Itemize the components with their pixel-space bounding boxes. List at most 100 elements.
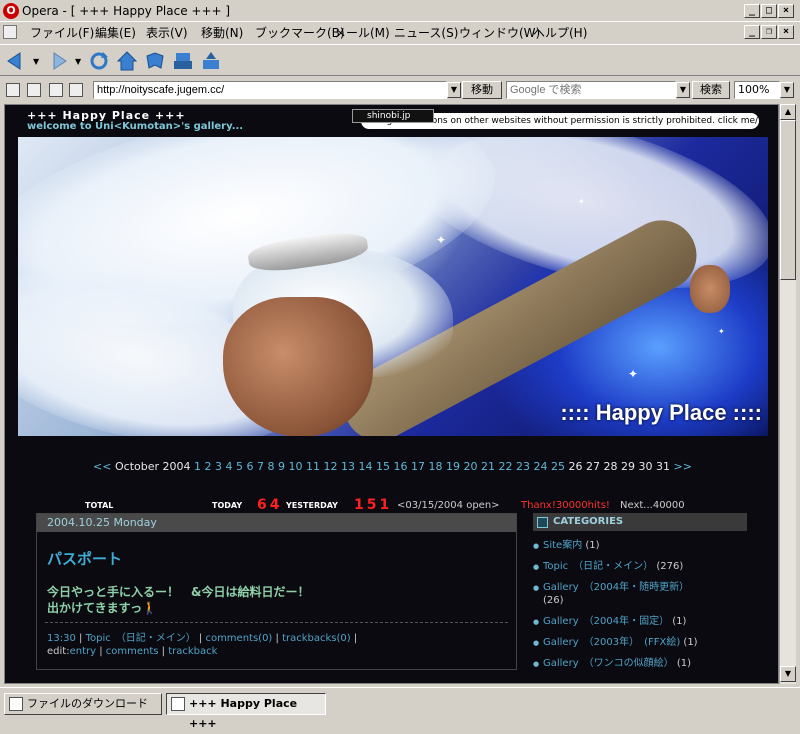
category-count: (1) xyxy=(585,540,600,551)
entry-date: 2004.10.25 Monday xyxy=(37,514,516,532)
open-date: <03/15/2004 open> xyxy=(397,500,500,511)
go-button[interactable]: 移動 xyxy=(462,81,502,99)
edit-trackback-link[interactable]: trackback xyxy=(168,646,217,657)
category-link[interactable]: Gallery （2004年・随時更新） xyxy=(543,582,689,593)
category-link[interactable]: Gallery （2003年） (FFX絵) xyxy=(543,637,680,648)
entry-time-link[interactable]: 13:30 xyxy=(47,633,76,644)
calendar-prev-link[interactable]: << xyxy=(93,460,111,473)
menu-file[interactable]: ファイル(F) xyxy=(30,24,94,41)
search-dropdown-icon[interactable]: ▼ xyxy=(676,82,690,98)
calendar-day: 29 xyxy=(621,460,635,473)
category-link[interactable]: Site案内 xyxy=(543,540,582,551)
calendar-day-link[interactable]: 25 xyxy=(551,460,565,473)
settings-icon[interactable] xyxy=(69,83,83,97)
shinobi-badge[interactable]: shinobi.jp xyxy=(352,109,434,123)
print-icon[interactable] xyxy=(172,50,194,72)
calendar-day-link[interactable]: 7 xyxy=(257,460,264,473)
entry-title[interactable]: パスポート xyxy=(47,548,122,569)
reload-icon[interactable] xyxy=(88,50,110,72)
security-icon[interactable] xyxy=(6,83,20,97)
forward-icon[interactable] xyxy=(46,50,68,72)
entry-footer: 13:30 | Topic （日記・メイン） | comments(0) | t… xyxy=(47,632,357,658)
menu-navigate[interactable]: 移動(N) xyxy=(201,24,243,41)
calendar-day-link[interactable]: 13 xyxy=(341,460,355,473)
category-list: Site案内 (1) Topic （日記・メイン） (276) Gallery … xyxy=(533,539,747,671)
doc-minimize-button[interactable]: _ xyxy=(744,25,760,39)
vertical-scrollbar[interactable]: ▲ ▼ xyxy=(779,104,796,684)
calendar-day-link[interactable]: 5 xyxy=(236,460,243,473)
calendar-day-link[interactable]: 19 xyxy=(446,460,460,473)
menu-window[interactable]: ウィンドウ(W) xyxy=(459,24,540,41)
url-dropdown-icon[interactable]: ▼ xyxy=(447,82,461,98)
calendar-day-link[interactable]: 2 xyxy=(205,460,212,473)
close-button[interactable]: × xyxy=(778,4,794,18)
entry-comments-link[interactable]: comments(0) xyxy=(205,633,272,644)
calendar-day-link[interactable]: 1 xyxy=(194,460,201,473)
scroll-up-icon[interactable]: ▲ xyxy=(780,104,796,120)
calendar-day-link[interactable]: 10 xyxy=(289,460,303,473)
calendar-day-link[interactable]: 22 xyxy=(499,460,513,473)
calendar-day-link[interactable]: 16 xyxy=(394,460,408,473)
title-bar: O Opera - [ +++ Happy Place +++ ] _ □ × xyxy=(0,0,800,22)
calendar-day-link[interactable]: 11 xyxy=(306,460,320,473)
menu-help[interactable]: ヘルプ(H) xyxy=(533,24,587,41)
entry-category-link[interactable]: Topic （日記・メイン） xyxy=(86,633,196,644)
calendar-day-link[interactable]: 24 xyxy=(534,460,548,473)
edit-comments-link[interactable]: comments xyxy=(106,646,159,657)
menu-view[interactable]: 表示(V) xyxy=(146,24,188,41)
transfer-icon[interactable] xyxy=(200,50,222,72)
calendar-day-link[interactable]: 8 xyxy=(268,460,275,473)
calendar-day-link[interactable]: 23 xyxy=(516,460,530,473)
scroll-down-icon[interactable]: ▼ xyxy=(780,666,796,682)
downloads-tab[interactable]: ファイルのダウンロード xyxy=(4,693,162,715)
calendar-day-link[interactable]: 15 xyxy=(376,460,390,473)
zoom-select[interactable]: 100% xyxy=(734,81,780,99)
calendar-day-link[interactable]: 17 xyxy=(411,460,425,473)
menu-edit[interactable]: 編集(E) xyxy=(95,24,136,41)
search-button[interactable]: 検索 xyxy=(692,81,730,99)
star-icon: ✦ xyxy=(436,233,447,247)
category-link[interactable]: Topic （日記・メイン） xyxy=(543,561,653,572)
menu-mail[interactable]: メール(M) xyxy=(334,24,390,41)
back-dropdown-icon[interactable]: ▼ xyxy=(33,57,39,66)
yesterday-count: 151 xyxy=(354,497,393,513)
categories-header: CATEGORIES xyxy=(533,513,747,531)
today-label: TODAY xyxy=(212,501,243,510)
page-icon[interactable] xyxy=(49,83,63,97)
calendar-day-link[interactable]: 12 xyxy=(324,460,338,473)
list-item: Gallery （2004年・随時更新） (26) xyxy=(533,581,747,607)
camera-icon[interactable] xyxy=(27,83,41,97)
calendar-day-link[interactable]: 3 xyxy=(215,460,222,473)
calendar-day-link[interactable]: 6 xyxy=(247,460,254,473)
page-tab[interactable]: +++ Happy Place +++ xyxy=(166,693,326,730)
menu-bookmarks[interactable]: ブックマーク(B) xyxy=(255,24,345,41)
doc-close-button[interactable]: × xyxy=(778,25,794,39)
back-icon[interactable] xyxy=(6,50,28,72)
home-icon[interactable] xyxy=(116,50,138,72)
search-input[interactable] xyxy=(506,81,676,99)
calendar-day-link[interactable]: 18 xyxy=(429,460,443,473)
entry-trackbacks-link[interactable]: trackbacks(0) xyxy=(282,633,351,644)
category-link[interactable]: Gallery （2004年・固定） xyxy=(543,616,669,627)
forward-dropdown-icon[interactable]: ▼ xyxy=(75,57,81,66)
maximize-button[interactable]: □ xyxy=(761,4,777,18)
calendar-day-link[interactable]: 20 xyxy=(464,460,478,473)
doc-restore-button[interactable]: ❐ xyxy=(761,25,777,39)
entry-meta: 13:30 | Topic （日記・メイン） | comments(0) | t… xyxy=(47,633,358,644)
calendar-day-link[interactable]: 21 xyxy=(481,460,495,473)
calendar-day-link[interactable]: 14 xyxy=(359,460,373,473)
menu-news[interactable]: ニュース(S) xyxy=(394,24,458,41)
blog-entry: 2004.10.25 Monday パスポート 今日やっと手に入るー！ &今日は… xyxy=(36,513,517,670)
zoom-dropdown-icon[interactable]: ▼ xyxy=(780,82,794,98)
star-icon: ✦ xyxy=(718,327,725,336)
calendar-day-link[interactable]: 9 xyxy=(278,460,285,473)
menu-bar: ファイル(F) 編集(E) 表示(V) 移動(N) ブックマーク(B) メール(… xyxy=(0,22,800,42)
url-input[interactable] xyxy=(93,81,447,99)
scroll-thumb[interactable] xyxy=(780,120,796,280)
category-link[interactable]: Gallery （ワンコの似顔絵） xyxy=(543,658,674,669)
bookmark-icon[interactable] xyxy=(144,50,166,72)
calendar-next-link[interactable]: >> xyxy=(674,460,692,473)
minimize-button[interactable]: _ xyxy=(744,4,760,18)
edit-entry-link[interactable]: entry xyxy=(70,646,96,657)
calendar-day-link[interactable]: 4 xyxy=(226,460,233,473)
